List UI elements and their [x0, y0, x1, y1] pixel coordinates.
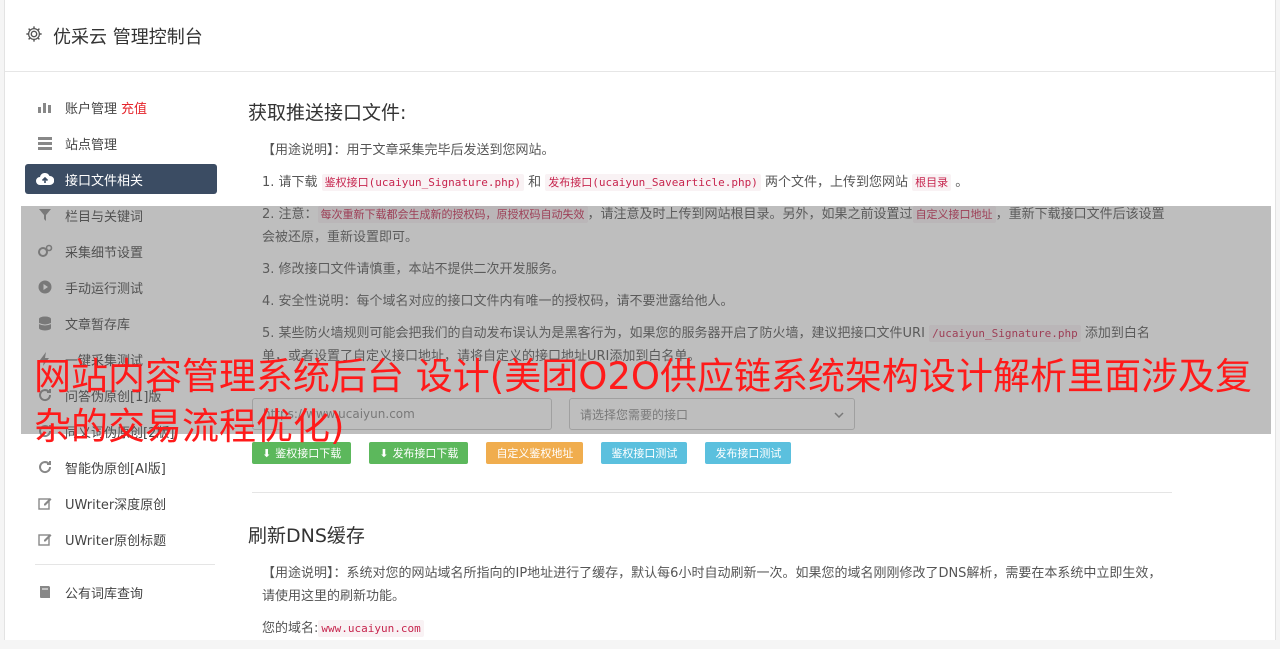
book-icon	[35, 585, 55, 599]
step-text: 两个文件，上传到您网站	[760, 175, 913, 190]
edit-icon	[35, 496, 55, 510]
sidebar-item-ai-rewrite[interactable]: 智能伪原创[AI版]	[25, 452, 217, 482]
usage-text: 【用途说明】：用于文章采集完毕后发送到您网站。	[262, 143, 555, 158]
domain-value: www.ucaiyun.com	[318, 620, 424, 637]
refresh-icon	[35, 460, 55, 474]
root-dir-code: 根目录	[912, 174, 952, 191]
sidebar-item-label: 站点管理	[65, 137, 118, 153]
sidebar-item-uwriter-deep[interactable]: UWriter深度原创	[25, 488, 217, 518]
sidebar-item-public-lexicon[interactable]: 公有词库查询	[25, 577, 217, 607]
sidebar-item-label: 账户管理	[65, 101, 118, 117]
app-title: 优采云 管理控制台	[53, 26, 203, 48]
auth-interface-link[interactable]: 鉴权接口(ucaiyun_Signature.php)	[321, 174, 524, 191]
sidebar-item-label: 公有词库查询	[65, 586, 144, 602]
sidebar-item-label: 接口文件相关	[65, 173, 144, 189]
sidebar-divider	[35, 564, 215, 565]
step-1: 1. 请下载 鉴权接口(ucaiyun_Signature.php) 和 发布接…	[262, 171, 1168, 194]
sidebar-item-label: UWriter原创标题	[65, 533, 167, 549]
sidebar-item-account[interactable]: 账户管理 充值	[25, 92, 217, 122]
gear-icon[interactable]	[25, 25, 43, 47]
section-divider	[252, 492, 1172, 493]
edit-icon	[35, 532, 55, 546]
sidebar-item-label: 智能伪原创[AI版]	[65, 461, 166, 477]
sidebar-item-sites[interactable]: 站点管理	[25, 128, 217, 158]
domain-label: 您的域名:	[262, 621, 319, 636]
cloud-upload-icon	[35, 172, 55, 186]
domain-row: 您的域名: www.ucaiyun.com	[262, 617, 1168, 640]
section-title-interface-files: 获取推送接口文件:	[248, 102, 407, 124]
sidebar-item-interface-files[interactable]: 接口文件相关	[25, 164, 217, 194]
list-icon	[35, 136, 55, 150]
top-bar: 优采云 管理控制台	[5, 0, 1275, 72]
publish-interface-link[interactable]: 发布接口(ucaiyun_Savearticle.php)	[545, 174, 761, 191]
dns-usage-text: 【用途说明】：系统对您的网站域名所指向的IP地址进行了缓存，默认每6小时自动刷新…	[262, 566, 1162, 604]
step-text: 。	[951, 175, 969, 190]
recharge-link[interactable]: 充值	[121, 98, 147, 117]
section-title-dns: 刷新DNS缓存	[248, 525, 365, 547]
sidebar-item-uwriter-title[interactable]: UWriter原创标题	[25, 524, 217, 554]
sidebar-item-label: UWriter深度原创	[65, 497, 167, 513]
bar-chart-icon	[35, 100, 55, 114]
step-text: 1. 请下载	[262, 175, 322, 190]
overlay-headline: 网站内容管理系统后台 设计(美团O2O供应链系统架构设计解析里面涉及复杂的交易流…	[34, 355, 1252, 448]
console-window: 优采云 管理控制台 账户管理 充值 站点管理 接口文件相关 栏目与关键词 采集细…	[4, 0, 1276, 640]
step-text: 和	[524, 175, 546, 190]
